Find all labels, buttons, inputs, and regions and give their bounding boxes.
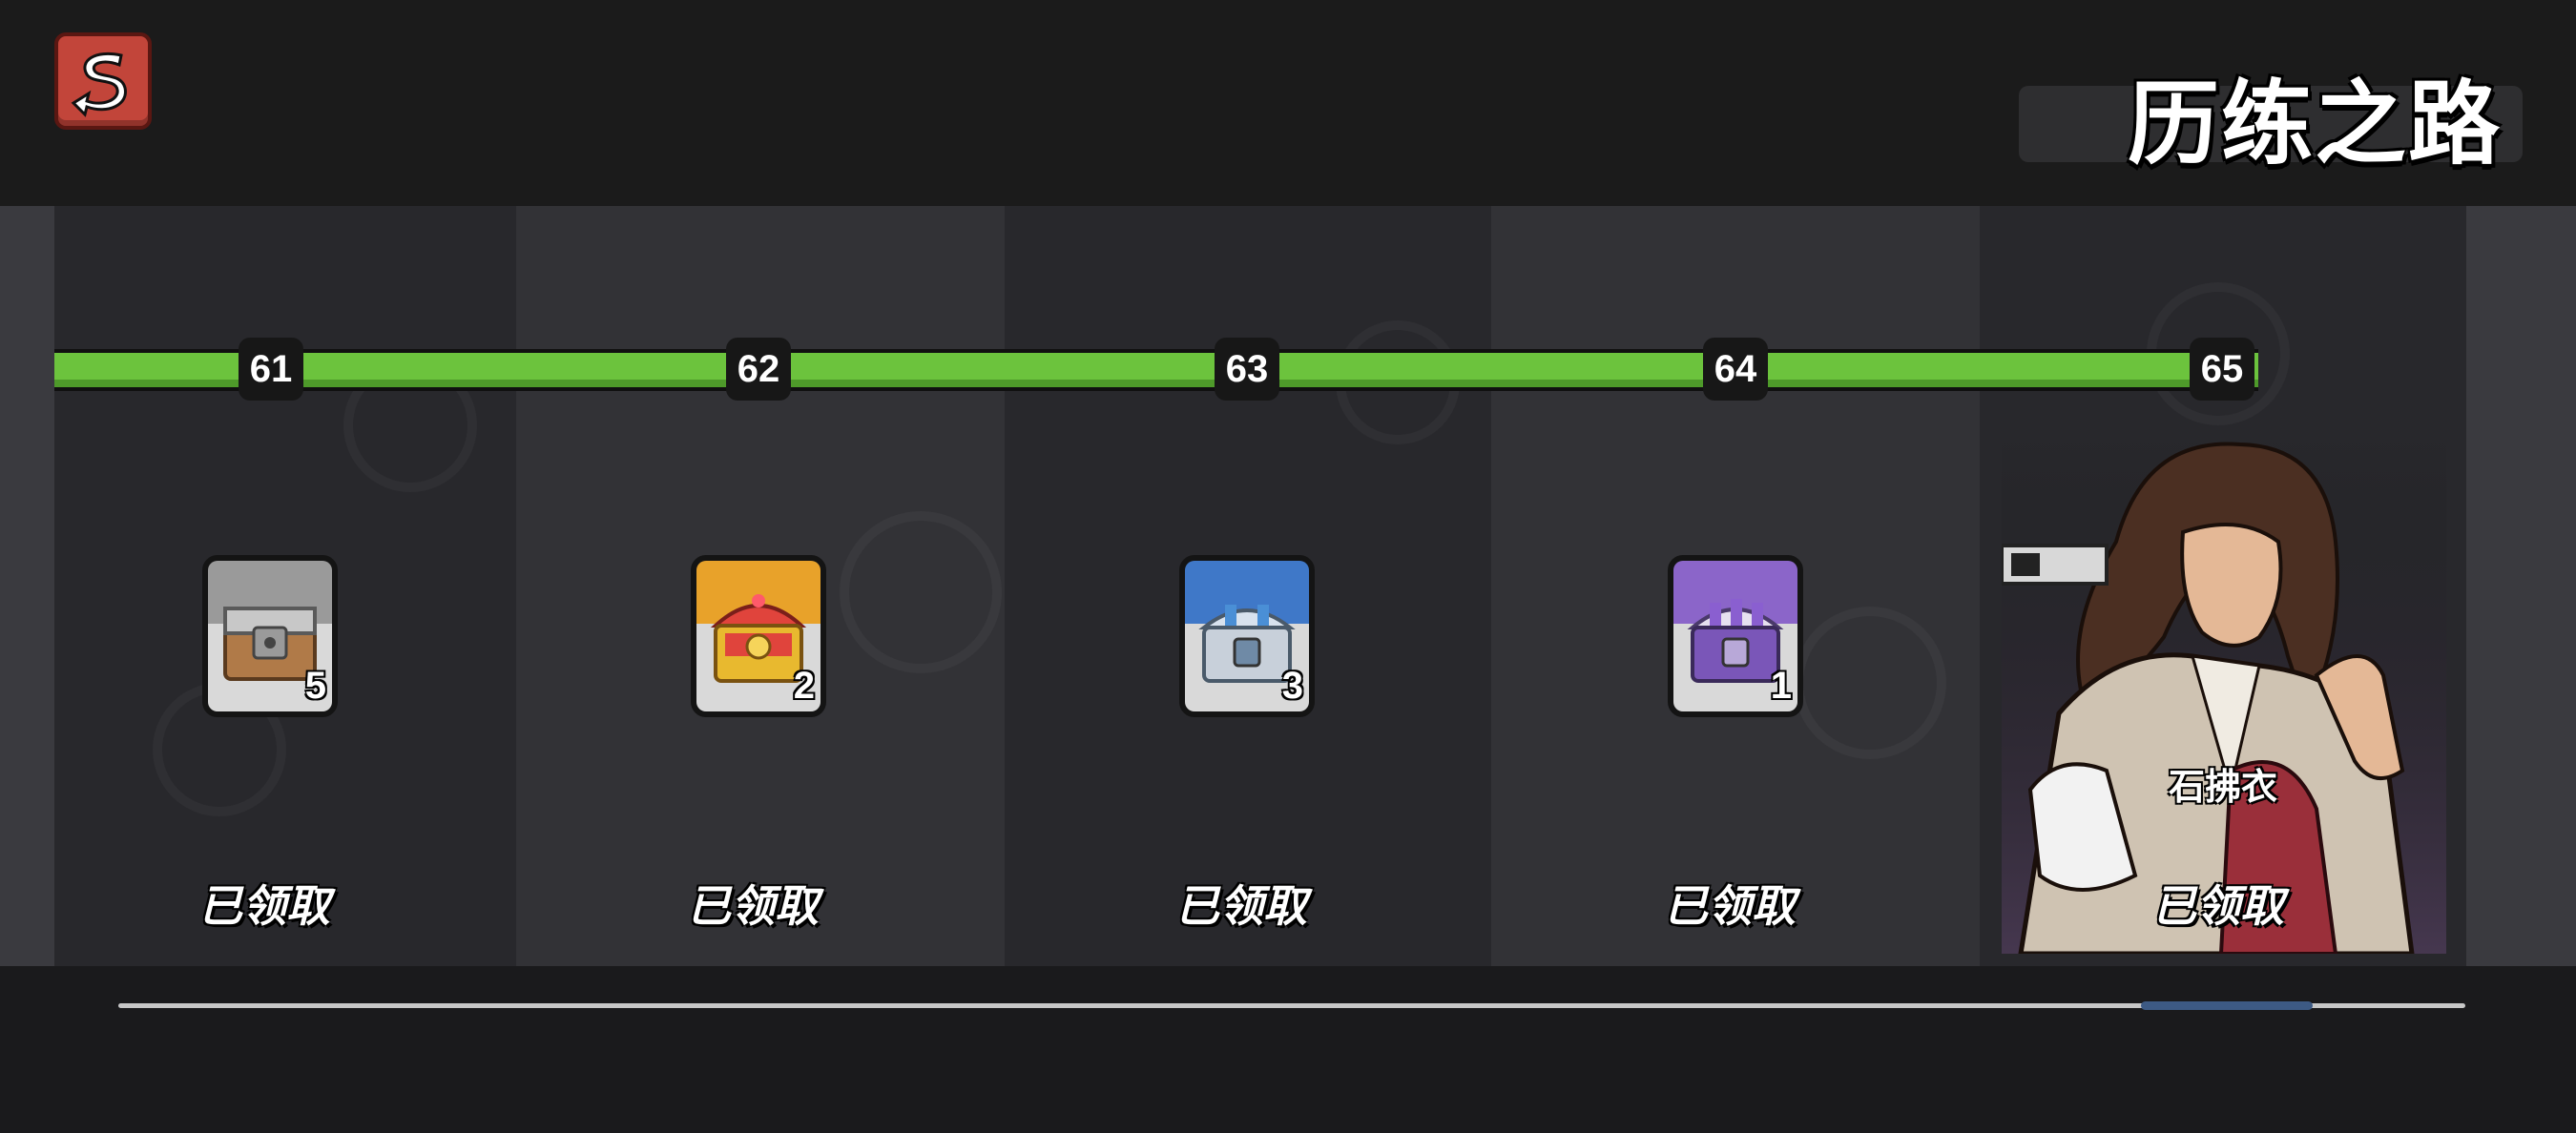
level-progress-bar	[54, 349, 2258, 391]
hero-name: 石拂衣	[2168, 766, 2277, 808]
back-button[interactable]	[54, 32, 152, 130]
reward-item-61[interactable]: 5	[202, 555, 338, 717]
background-pattern	[1794, 607, 1946, 759]
back-arrow-icon	[71, 52, 127, 117]
reward-track[interactable]: 61 62 63 64 65 5 2 3 1 石拂衣 已领取 已领取 已领取 已…	[0, 206, 2576, 966]
reward-count: 3	[1281, 665, 1303, 707]
reward-count: 2	[793, 665, 815, 707]
level-marker-65: 65	[2190, 338, 2254, 401]
reward-item-64[interactable]: 1	[1668, 555, 1803, 717]
background-pattern	[840, 511, 1002, 673]
reward-item-62[interactable]: 2	[691, 555, 826, 717]
claimed-status-65: 已领取	[2152, 880, 2284, 932]
top-bar: 历练之路	[0, 0, 2576, 206]
reward-count: 1	[1770, 665, 1792, 707]
claimed-status-62: 已领取	[687, 880, 819, 932]
claimed-status-64: 已领取	[1664, 880, 1796, 932]
level-marker-64: 64	[1703, 338, 1768, 401]
page-title: 历练之路	[2128, 71, 2502, 177]
level-marker-63: 63	[1215, 338, 1279, 401]
reward-item-63[interactable]: 3	[1179, 555, 1315, 717]
claimed-status-63: 已领取	[1175, 880, 1307, 932]
level-marker-61: 61	[239, 338, 303, 401]
track-edge-left	[0, 206, 54, 966]
reward-count: 5	[304, 665, 326, 707]
horizontal-scrollbar[interactable]	[118, 1003, 2465, 1008]
claimed-status-61: 已领取	[198, 880, 330, 932]
level-marker-62: 62	[726, 338, 791, 401]
track-edge-right	[2466, 206, 2576, 966]
scrollbar-thumb[interactable]	[2141, 1001, 2314, 1010]
